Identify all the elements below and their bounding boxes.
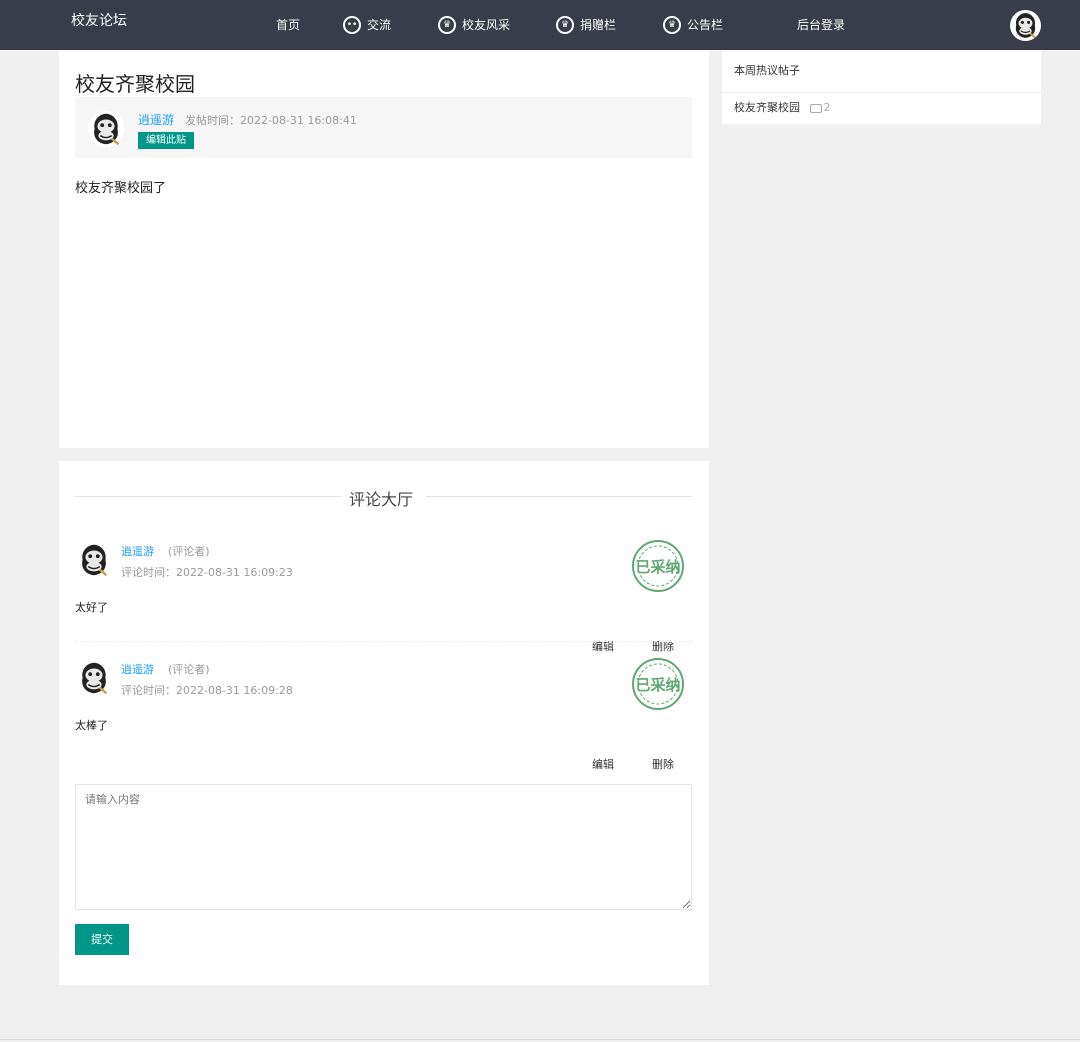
nav-alumni-style-label: 校友风采: [462, 18, 511, 32]
chat-icon: ••: [343, 16, 361, 34]
commenter-avatar: [75, 541, 113, 579]
nav-admin-login[interactable]: 后台登录: [797, 0, 845, 50]
edit-post-button[interactable]: 编辑此贴: [138, 132, 194, 149]
accepted-stamp-icon: 已采纳: [632, 540, 684, 592]
nav-announcement[interactable]: ♛ 公告栏: [663, 0, 723, 50]
comment-time: 评论时间：2022-08-31 16:09:28: [121, 684, 293, 697]
comment-input[interactable]: [75, 784, 692, 910]
author-avatar: [87, 110, 125, 148]
commenter-name-link[interactable]: 逍遥游: [121, 661, 154, 677]
commenter-avatar: [75, 659, 113, 697]
nav-donation-label: 捐赠栏: [580, 18, 617, 32]
nav-donation[interactable]: ♛ 捐赠栏: [556, 0, 616, 50]
comment-divider: [75, 641, 692, 643]
commenter-role: (评论者): [168, 545, 210, 558]
comment-time: 评论时间：2022-08-31 16:09:23: [121, 566, 293, 579]
hot-post-title[interactable]: 校友齐聚校园: [734, 101, 800, 114]
nav-home-label: 首页: [276, 18, 301, 32]
site-logo[interactable]: 校友论坛: [71, 10, 127, 30]
comment-text: 太好了: [75, 601, 108, 614]
commenter-name-link[interactable]: 逍遥游: [121, 543, 154, 559]
hot-posts-heading: 本周热议帖子: [722, 50, 1041, 93]
edit-comment-button[interactable]: 编辑: [592, 756, 614, 772]
stamp-label: 已采纳: [635, 676, 680, 694]
user-avatar[interactable]: [1010, 10, 1041, 41]
hot-post-item[interactable]: 校友齐聚校园 2: [722, 92, 1041, 124]
divider: [426, 496, 692, 497]
post-author-box: 逍遥游 发帖时间：2022-08-31 16:08:41 编辑此贴: [75, 97, 692, 158]
post-title: 校友齐聚校园: [75, 72, 195, 96]
submit-button[interactable]: 提交: [75, 924, 129, 955]
commenter-role: (评论者): [168, 663, 210, 676]
post-card: 校友齐聚校园 逍遥游 发帖时间：2022-08-31 16:08:41 编辑此贴…: [59, 50, 709, 448]
gorilla-avatar-icon: [1010, 10, 1041, 41]
comments-card: 评论大厅 逍遥游 (评论者) 评论时间：2022-08-31 16:09:23 …: [59, 461, 709, 985]
hot-posts-panel: 本周热议帖子 校友齐聚校园 2: [722, 50, 1041, 124]
comment-icon: [809, 103, 822, 113]
divider: [75, 496, 341, 497]
nav-alumni-style[interactable]: ♛ 校友风采: [438, 0, 510, 50]
nav-exchange-label: 交流: [367, 18, 392, 32]
post-time: 发帖时间：2022-08-31 16:08:41: [185, 114, 357, 127]
nav-exchange[interactable]: •• 交流: [343, 0, 391, 50]
comment-count: 2: [809, 101, 831, 114]
delete-comment-button[interactable]: 删除: [652, 756, 674, 772]
author-name-link[interactable]: 逍遥游: [138, 111, 174, 128]
nav-admin-login-label: 后台登录: [797, 18, 846, 32]
stamp-label: 已采纳: [635, 558, 680, 576]
comment-text: 太棒了: [75, 719, 108, 732]
comments-hall-title: 评论大厅: [349, 490, 414, 509]
nav-announcement-label: 公告栏: [687, 18, 724, 32]
crown-icon: ♛: [556, 16, 574, 34]
nav-home[interactable]: 首页: [276, 0, 300, 50]
crown-icon: ♛: [663, 16, 681, 34]
crown-icon: ♛: [438, 16, 456, 34]
footer-divider: [0, 1039, 1080, 1040]
post-body: 校友齐聚校园了: [75, 181, 167, 196]
accepted-stamp-icon: 已采纳: [632, 658, 684, 710]
top-navbar: 校友论坛 首页 •• 交流 ♛ 校友风采 ♛ 捐赠栏 ♛ 公告栏 后台登录: [0, 0, 1080, 50]
